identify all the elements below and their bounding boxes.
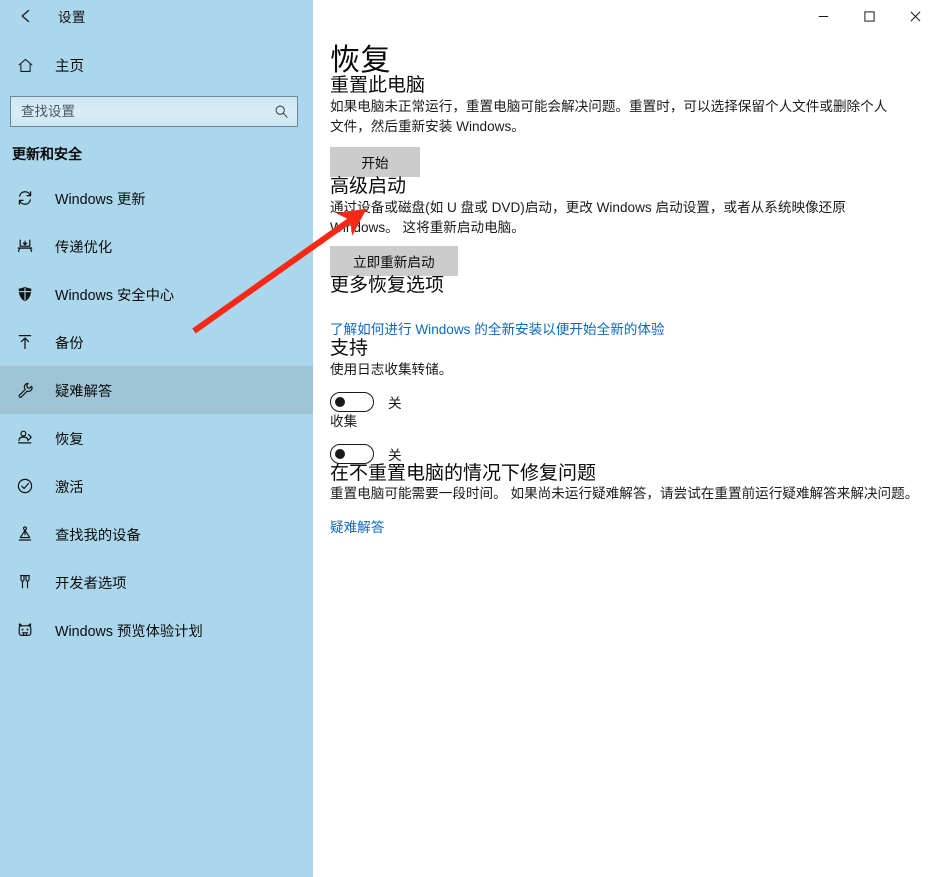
sidebar-item-backup[interactable]: 备份 [0,318,313,366]
window-titlebar-left: 设置 [0,0,313,32]
sidebar-item-label: Windows 预览体验计划 [55,620,203,641]
sidebar-nav: Windows 更新 传递优化 [0,174,313,654]
find-device-icon [12,525,38,543]
sidebar-item-find-my-device[interactable]: 查找我的设备 [0,510,313,558]
page-title: 恢复 [330,46,938,76]
main-pane: 恢复 重置此电脑 如果电脑未正常运行，重置电脑可能会解决问题。重置时，可以选择保… [313,0,938,877]
wrench-icon [12,381,38,399]
section-title-advanced-startup: 高级启动 [330,177,938,198]
settings-window: 设置 主页 更新和安全 [0,0,938,877]
support-toggle-1-state: 关 [388,444,402,464]
search-icon[interactable] [274,104,289,119]
advanced-startup-description: 通过设备或磁盘(如 U 盘或 DVD)启动，更改 Windows 启动设置，或者… [330,198,895,238]
collect-toggle[interactable] [330,444,374,464]
sidebar: 设置 主页 更新和安全 [0,0,313,877]
support-toggle-1-row: 关 [330,444,938,464]
maximize-button[interactable] [846,0,892,32]
sidebar-item-activation[interactable]: 激活 [0,462,313,510]
sidebar-item-troubleshoot[interactable]: 疑难解答 [0,366,313,414]
shield-icon [12,285,38,303]
backup-upload-icon [12,333,38,351]
support-toggle-1-label: 收集 [330,412,895,432]
toggle-knob [335,449,345,459]
sidebar-item-label: Windows 更新 [55,188,146,209]
reset-description: 如果电脑未正常运行，重置电脑可能会解决问题。重置时，可以选择保留个人文件或删除个… [330,97,895,137]
sidebar-item-developer-options[interactable]: 开发者选项 [0,558,313,606]
recovery-icon [12,429,38,447]
troubleshoot-link[interactable]: 疑难解答 [330,520,384,535]
sync-icon [12,189,38,207]
search-box[interactable] [10,96,298,127]
sidebar-item-windows-security[interactable]: Windows 安全中心 [0,270,313,318]
sidebar-item-label: 开发者选项 [55,572,126,593]
home-icon [12,57,38,74]
section-title-reset: 重置此电脑 [330,76,938,97]
check-circle-icon [12,477,38,495]
reset-start-button[interactable]: 开始 [330,147,420,177]
fresh-start-link[interactable]: 了解如何进行 Windows 的全新安装以便开始全新的体验 [330,322,665,337]
support-toggle-0-state: 关 [388,392,402,412]
restart-now-button[interactable]: 立即重新启动 [330,246,458,276]
sidebar-item-label: 激活 [55,476,84,497]
sidebar-group-title: 更新和安全 [12,144,313,164]
section-title-support: 支持 [330,339,938,360]
section-title-fix-without-reset: 在不重置电脑的情况下修复问题 [330,464,938,485]
sidebar-item-recovery[interactable]: 恢复 [0,414,313,462]
sidebar-item-windows-update[interactable]: Windows 更新 [0,174,313,222]
sidebar-item-label: 查找我的设备 [55,524,141,545]
log-collection-dump-toggle[interactable] [330,392,374,412]
window-controls [800,0,938,32]
sidebar-item-label: 恢复 [55,428,84,449]
delivery-icon [12,237,38,255]
close-button[interactable] [892,0,938,32]
section-title-more-options: 更多恢复选项 [330,276,938,297]
fix-without-reset-description: 重置电脑可能需要一段时间。 如果尚未运行疑难解答，请尝试在重置前运行疑难解答来解… [330,484,920,504]
sidebar-item-label: Windows 安全中心 [55,284,174,305]
toggle-knob [335,397,345,407]
sidebar-item-home-label: 主页 [55,55,84,76]
support-toggle-0-label: 使用日志收集转储。 [330,360,895,380]
insider-cat-icon [12,621,38,639]
sidebar-item-label: 传递优化 [55,236,112,257]
sidebar-item-label: 备份 [55,332,84,353]
support-toggle-0-row: 关 [330,392,938,412]
developer-icon [12,573,38,591]
sidebar-item-windows-insider[interactable]: Windows 预览体验计划 [0,606,313,654]
sidebar-item-delivery-optimization[interactable]: 传递优化 [0,222,313,270]
search-input[interactable] [21,104,270,119]
back-arrow-icon[interactable] [14,3,40,29]
sidebar-item-home[interactable]: 主页 [0,45,313,85]
minimize-button[interactable] [800,0,846,32]
sidebar-item-label: 疑难解答 [55,380,112,401]
recovery-content: 恢复 重置此电脑 如果电脑未正常运行，重置电脑可能会解决问题。重置时，可以选择保… [313,0,938,537]
window-title: 设置 [58,6,86,26]
